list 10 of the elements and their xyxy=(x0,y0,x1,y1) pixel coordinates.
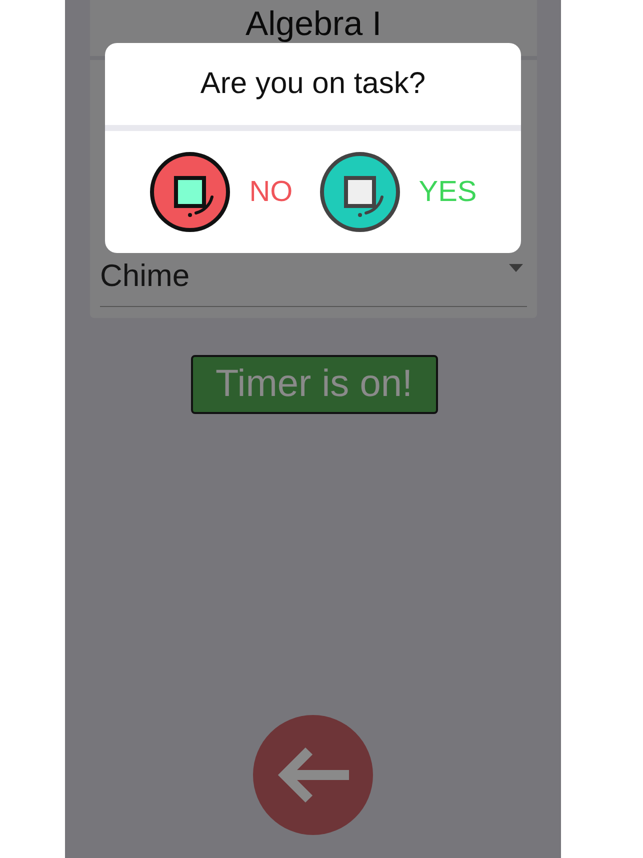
stop-circle-icon xyxy=(149,151,232,233)
caret-icon xyxy=(509,264,523,272)
dialog-title: Are you on task? xyxy=(200,67,426,101)
back-button[interactable] xyxy=(253,715,373,835)
timer-status: Timer is on! xyxy=(190,355,438,414)
answer-button[interactable]: NO xyxy=(149,151,293,233)
sound-select[interactable]: Chime xyxy=(100,256,527,307)
stop-circle-icon xyxy=(318,151,401,233)
course-title: Algebra I xyxy=(245,4,382,45)
answer-button[interactable]: YES xyxy=(318,151,477,233)
